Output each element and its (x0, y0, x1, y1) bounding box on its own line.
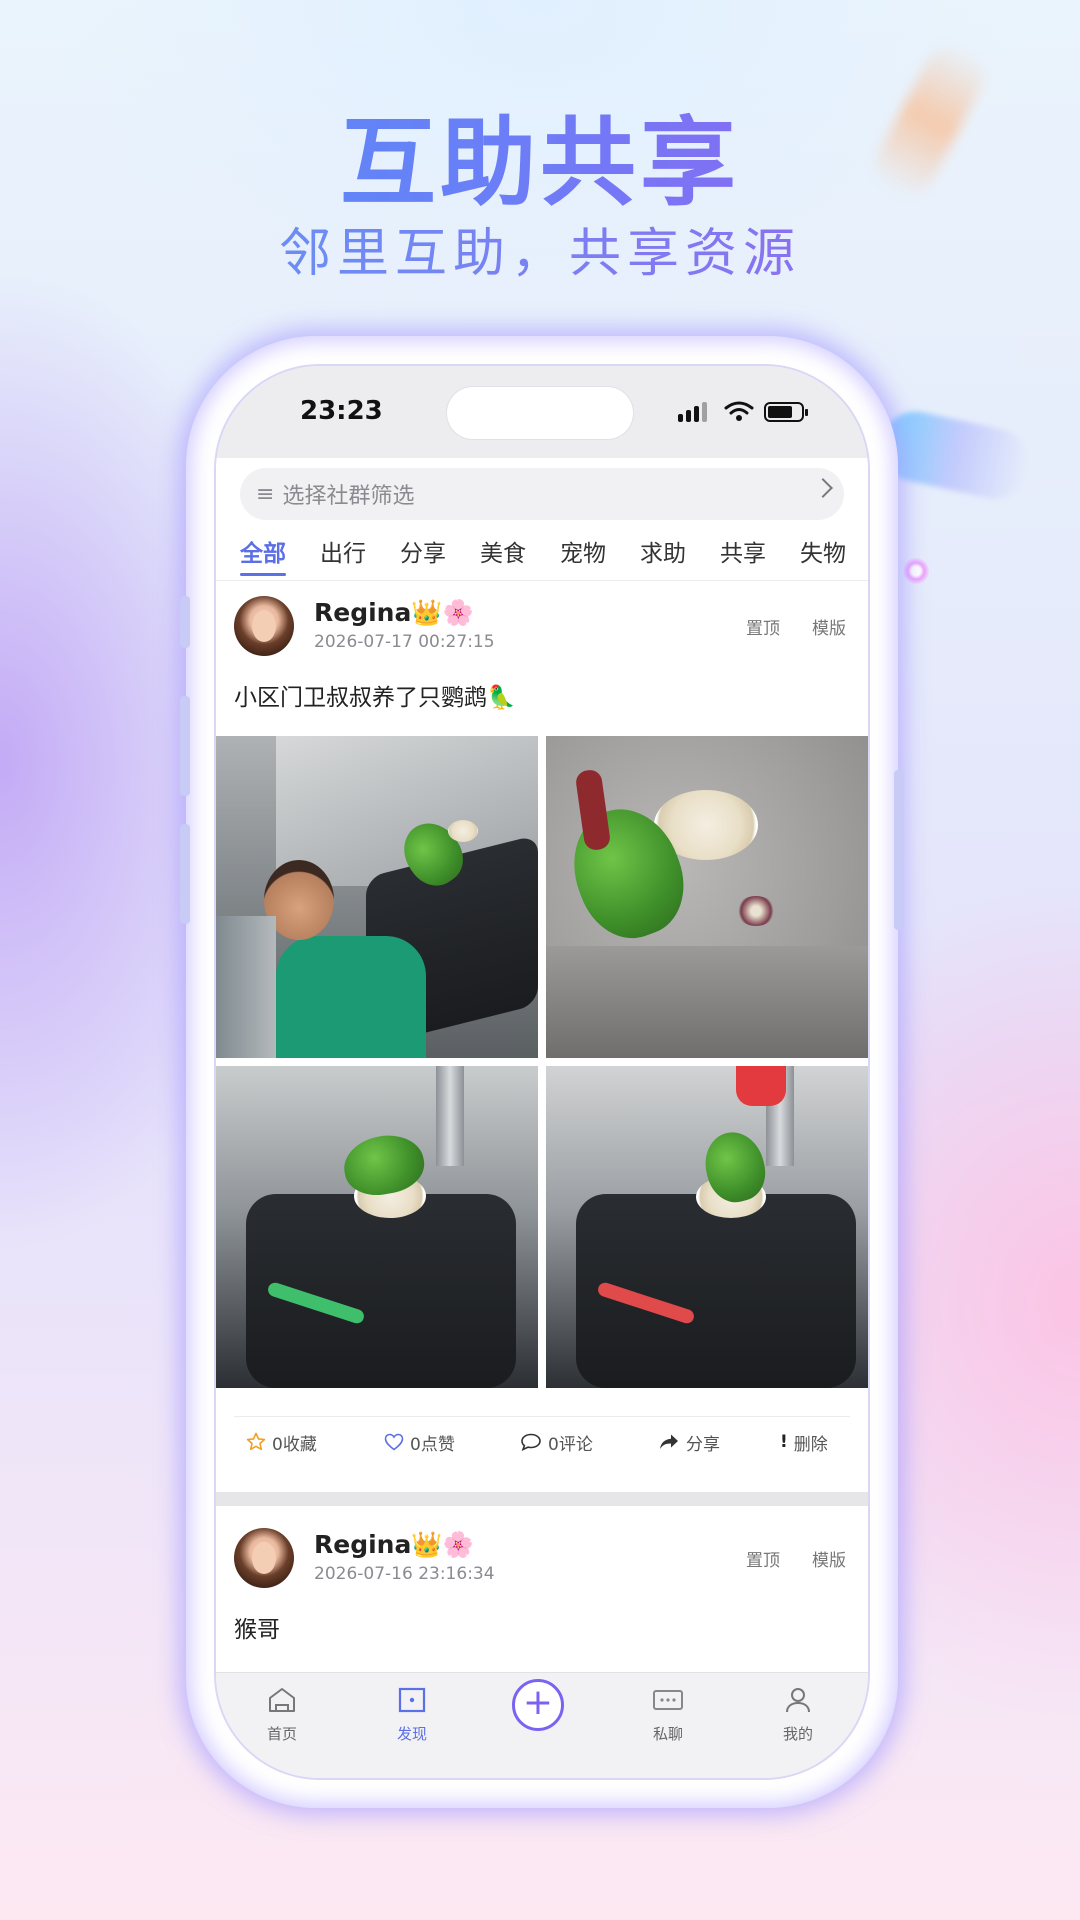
post-username[interactable]: Regina👑🌸 (314, 598, 474, 628)
bottom-tab-bar: 首页 发现 + 私聊 我的 (216, 1672, 868, 1778)
tab-lost-found[interactable]: 失物 (790, 534, 856, 578)
post-text: 猴哥 (234, 1617, 280, 1643)
tab-pets[interactable]: 宠物 (550, 534, 616, 578)
tab-discover-label: 发现 (396, 1725, 427, 1743)
tab-discover[interactable]: 发现 (372, 1687, 452, 1744)
hero-title: 互助共享 (0, 108, 1080, 218)
post-date: 2026-07-17 00:27:15 (314, 632, 495, 652)
post-photo-4[interactable] (546, 1066, 868, 1388)
hero-subtitle: 邻里互助，共享资源 (0, 222, 1080, 286)
menu-icon: ≡ (256, 481, 275, 507)
plus-icon[interactable]: + (512, 1679, 564, 1731)
tab-share[interactable]: 分享 (390, 534, 456, 578)
share-button[interactable]: 分享 (658, 1430, 720, 1455)
phone-volume-up (180, 696, 190, 796)
template-button[interactable]: 模版 (812, 614, 846, 639)
tabs-divider (216, 580, 868, 581)
wifi-icon (724, 401, 754, 421)
decor-sparkle (903, 558, 929, 584)
status-bar: 23:23 (216, 366, 868, 458)
tab-travel[interactable]: 出行 (310, 534, 376, 578)
chevron-right-icon (813, 478, 833, 498)
post-image-grid (216, 736, 868, 1388)
star-icon (246, 1432, 266, 1451)
signal-icon (678, 402, 707, 422)
tab-chat[interactable]: 私聊 (628, 1687, 708, 1744)
avatar[interactable] (234, 1528, 294, 1588)
delete-label: 删除 (793, 1434, 828, 1455)
share-icon (660, 1434, 678, 1449)
phone-mute-switch (180, 596, 190, 648)
pin-button[interactable]: 置顶 (746, 614, 780, 639)
community-filter[interactable]: ≡ 选择社群筛选 (240, 468, 844, 520)
favorite-count: 0收藏 (272, 1434, 317, 1455)
post-text: 小区门卫叔叔养了只鹦鹉🦜 (234, 685, 516, 711)
delete-button[interactable]: ! 删除 (780, 1430, 828, 1455)
tab-help[interactable]: 求助 (630, 534, 696, 578)
post-photo-3[interactable] (216, 1066, 538, 1388)
like-button[interactable]: 0点赞 (384, 1430, 455, 1455)
discover-icon (398, 1687, 426, 1713)
category-tabs: 全部 出行 分享 美食 宠物 求助 共享 失物 (230, 534, 856, 578)
profile-icon (786, 1688, 810, 1713)
post-photo-2[interactable] (546, 736, 868, 1058)
post-date: 2026-07-16 23:16:34 (314, 1564, 495, 1584)
share-label: 分享 (686, 1434, 720, 1455)
community-filter-placeholder: 选择社群筛选 (282, 484, 415, 509)
decor-ribbon (874, 405, 1036, 505)
post-separator (216, 1492, 868, 1506)
avatar[interactable] (234, 596, 294, 656)
comment-count: 0评论 (548, 1434, 593, 1455)
home-icon (269, 1688, 295, 1712)
phone-screen: 23:23 ≡ 选择社群筛选 全部 出行 分享 美食 宠物 求助 共享 失物 R… (216, 366, 868, 1778)
heart-icon (384, 1433, 404, 1451)
post-username[interactable]: Regina👑🌸 (314, 1530, 474, 1560)
favorite-button[interactable]: 0收藏 (246, 1430, 317, 1455)
template-button[interactable]: 模版 (812, 1546, 846, 1571)
phone-volume-down (180, 824, 190, 924)
tab-profile-label: 我的 (782, 1725, 813, 1743)
tab-chat-label: 私聊 (652, 1725, 683, 1743)
pin-button[interactable]: 置顶 (746, 1546, 780, 1571)
post-actions-divider (234, 1416, 850, 1417)
feed-content[interactable]: ≡ 选择社群筛选 全部 出行 分享 美食 宠物 求助 共享 失物 Regina👑… (216, 458, 868, 1672)
comment-icon (521, 1433, 541, 1451)
like-count: 0点赞 (410, 1434, 455, 1455)
tab-all[interactable]: 全部 (230, 534, 296, 578)
phone-power-button (894, 770, 904, 930)
tab-profile[interactable]: 我的 (758, 1687, 838, 1744)
battery-icon (764, 402, 808, 422)
post-actions: 0收藏 0点赞 0评论 分享 ! 删除 (216, 1418, 868, 1466)
dynamic-island (446, 386, 634, 440)
post-photo-1[interactable] (216, 736, 538, 1058)
status-time: 23:23 (300, 396, 383, 426)
tab-home[interactable]: 首页 (242, 1687, 322, 1744)
tab-sharing[interactable]: 共享 (710, 534, 776, 578)
post-card: Regina👑🌸 2026-07-16 23:16:34 置顶 模版 猴哥 (216, 1520, 868, 1672)
post-card: Regina👑🌸 2026-07-17 00:27:15 置顶 模版 小区门卫叔… (216, 588, 868, 1488)
tab-food[interactable]: 美食 (470, 534, 536, 578)
tab-home-label: 首页 (266, 1725, 297, 1743)
exclamation-icon: ! (780, 1432, 788, 1452)
comment-button[interactable]: 0评论 (520, 1430, 593, 1455)
chat-icon (653, 1690, 683, 1710)
